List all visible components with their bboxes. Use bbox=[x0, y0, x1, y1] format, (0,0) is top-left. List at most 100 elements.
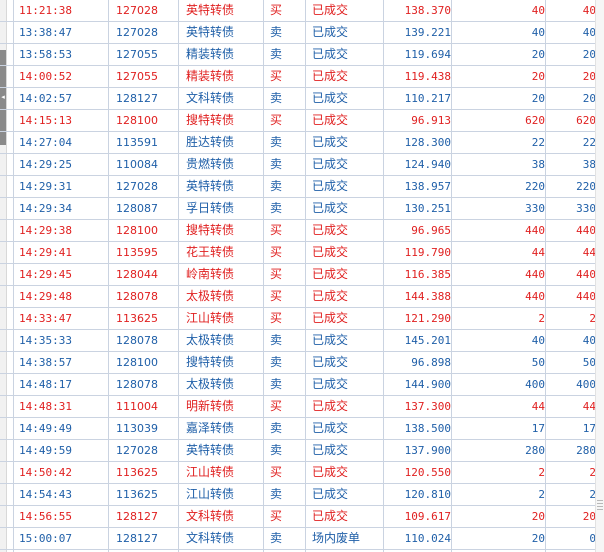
table-row[interactable]: 14:49:49 113039 嘉泽转债卖已成交 138.500 17 17 bbox=[0, 418, 604, 440]
status-cell: 已成交 bbox=[312, 91, 349, 105]
code-cell: 127028 bbox=[116, 180, 158, 193]
quantity-cell: 330 bbox=[525, 202, 545, 215]
table-row[interactable]: 14:29:25 110084 贵燃转债卖已成交 124.940 38 38 bbox=[0, 154, 604, 176]
filled-cell: 2 bbox=[589, 312, 596, 325]
time-cell: 14:27:04 bbox=[19, 136, 72, 149]
code-cell: 128127 bbox=[116, 532, 158, 545]
table-row[interactable]: 14:56:55 128127 文科转债买已成交 109.617 20 20 bbox=[0, 506, 604, 528]
table-row[interactable]: 14:27:04 113591 胜达转债卖已成交 128.300 22 22 bbox=[0, 132, 604, 154]
filled-cell: 20 bbox=[582, 48, 596, 61]
table-row[interactable]: 14:38:57 128100 搜特转债卖已成交 96.898 50 50 bbox=[0, 352, 604, 374]
quantity-cell: 220 bbox=[525, 180, 545, 193]
column-divider bbox=[545, 0, 546, 552]
status-cell: 已成交 bbox=[312, 399, 349, 413]
price-cell: 130.251 bbox=[404, 202, 451, 215]
code-cell: 127028 bbox=[116, 444, 158, 457]
filled-cell: 220 bbox=[576, 180, 596, 193]
price-cell: 144.900 bbox=[404, 378, 451, 391]
table-row[interactable]: 14:29:45 128044 岭南转债买已成交 116.385 440 440 bbox=[0, 264, 604, 286]
table-row[interactable]: 14:35:33 128078 太极转债卖已成交 145.201 40 40 bbox=[0, 330, 604, 352]
table-row[interactable]: 14:00:52 127055 精装转债买已成交 119.438 20 20 bbox=[0, 66, 604, 88]
table-row[interactable]: 14:29:38 128100 搜特转债买已成交 96.965 440 440 bbox=[0, 220, 604, 242]
code-cell: 127055 bbox=[116, 70, 158, 83]
time-cell: 11:21:38 bbox=[19, 4, 72, 17]
quantity-cell: 22 bbox=[531, 136, 545, 149]
name-cell: 江山转债 bbox=[186, 465, 235, 479]
time-cell: 13:58:53 bbox=[19, 48, 72, 61]
vertical-scrollbar[interactable] bbox=[595, 0, 604, 552]
name-cell: 英特转债 bbox=[186, 3, 235, 17]
price-cell: 96.913 bbox=[411, 114, 451, 127]
time-cell: 14:49:59 bbox=[19, 444, 72, 457]
price-cell: 121.290 bbox=[404, 312, 451, 325]
name-cell: 英特转债 bbox=[186, 25, 235, 39]
resize-grip-icon[interactable] bbox=[597, 500, 603, 510]
price-cell: 119.438 bbox=[404, 70, 451, 83]
name-cell: 贵燃转债 bbox=[186, 157, 235, 171]
table-row[interactable]: 14:50:42 113625 江山转债买已成交 120.550 2 2 bbox=[0, 462, 604, 484]
status-cell: 已成交 bbox=[312, 355, 349, 369]
status-cell: 已成交 bbox=[312, 47, 349, 61]
table-row[interactable]: 14:49:59 127028 英特转债卖已成交 137.900 280 280 bbox=[0, 440, 604, 462]
time-cell: 15:00:07 bbox=[19, 532, 72, 545]
name-cell: 江山转债 bbox=[186, 311, 235, 325]
time-cell: 14:29:31 bbox=[19, 180, 72, 193]
table-row[interactable]: 14:29:48 128078 太极转债买已成交 144.388 440 440 bbox=[0, 286, 604, 308]
name-cell: 搜特转债 bbox=[186, 113, 235, 127]
name-cell: 精装转债 bbox=[186, 47, 235, 61]
price-cell: 137.300 bbox=[404, 400, 451, 413]
price-cell: 138.500 bbox=[404, 422, 451, 435]
filled-cell: 40 bbox=[582, 26, 596, 39]
table-row[interactable]: 14:29:34 128087 孚日转债卖已成交 130.251 330 330 bbox=[0, 198, 604, 220]
table-row[interactable]: 14:33:47 113625 江山转债买已成交 121.290 2 2 bbox=[0, 308, 604, 330]
code-cell: 128127 bbox=[116, 92, 158, 105]
table-row[interactable]: 13:38:47 127028 英特转债卖已成交 139.221 40 40 bbox=[0, 22, 604, 44]
status-cell: 已成交 bbox=[312, 113, 349, 127]
code-cell: 113591 bbox=[116, 136, 158, 149]
code-cell: 128078 bbox=[116, 334, 158, 347]
name-cell: 胜达转债 bbox=[186, 135, 235, 149]
status-cell: 已成交 bbox=[312, 135, 349, 149]
price-cell: 128.300 bbox=[404, 136, 451, 149]
filled-cell: 20 bbox=[582, 70, 596, 83]
quantity-cell: 20 bbox=[531, 532, 545, 545]
filled-cell: 330 bbox=[576, 202, 596, 215]
table-row[interactable]: 14:48:31 111004 明新转债买已成交 137.300 44 44 bbox=[0, 396, 604, 418]
name-cell: 岭南转债 bbox=[186, 267, 235, 281]
table-row[interactable]: 13:58:53 127055 精装转债卖已成交 119.694 20 20 bbox=[0, 44, 604, 66]
quantity-cell: 20 bbox=[531, 92, 545, 105]
table-row[interactable]: 11:21:38 127028 英特转债买已成交 138.370 40 40 bbox=[0, 0, 604, 22]
code-cell: 128127 bbox=[116, 510, 158, 523]
code-cell: 127028 bbox=[116, 4, 158, 17]
status-cell: 已成交 bbox=[312, 179, 349, 193]
quantity-cell: 440 bbox=[525, 224, 545, 237]
quantity-cell: 38 bbox=[531, 158, 545, 171]
price-cell: 124.940 bbox=[404, 158, 451, 171]
quantity-cell: 40 bbox=[531, 334, 545, 347]
price-cell: 119.694 bbox=[404, 48, 451, 61]
table-row[interactable]: 14:15:13 128100 搜特转债买已成交 96.913 620 620 bbox=[0, 110, 604, 132]
status-cell: 已成交 bbox=[312, 267, 349, 281]
code-cell: 128100 bbox=[116, 224, 158, 237]
table-row[interactable]: 14:54:43 113625 江山转债卖已成交 120.810 2 2 bbox=[0, 484, 604, 506]
code-cell: 113039 bbox=[116, 422, 158, 435]
time-cell: 14:49:49 bbox=[19, 422, 72, 435]
name-cell: 搜特转债 bbox=[186, 223, 235, 237]
code-cell: 128078 bbox=[116, 378, 158, 391]
status-cell: 已成交 bbox=[312, 465, 349, 479]
table-row[interactable]: 14:29:41 113595 花王转债买已成交 119.790 44 44 bbox=[0, 242, 604, 264]
quantity-cell: 20 bbox=[531, 48, 545, 61]
filled-cell: 22 bbox=[582, 136, 596, 149]
quantity-cell: 20 bbox=[531, 70, 545, 83]
name-cell: 花王转债 bbox=[186, 245, 235, 259]
table-row[interactable]: 14:48:17 128078 太极转债卖已成交 144.900 400 400 bbox=[0, 374, 604, 396]
filled-cell: 44 bbox=[582, 400, 596, 413]
code-cell: 128100 bbox=[116, 114, 158, 127]
table-row[interactable]: 15:00:07 128127 文科转债卖场内废单 110.024 20 0 bbox=[0, 528, 604, 550]
column-divider bbox=[263, 0, 264, 552]
table-row[interactable]: 14:29:31 127028 英特转债卖已成交 138.957 220 220 bbox=[0, 176, 604, 198]
quantity-cell: 44 bbox=[531, 400, 545, 413]
time-cell: 14:29:34 bbox=[19, 202, 72, 215]
table-row[interactable]: 14:02:57 128127 文科转债卖已成交 110.217 20 20 bbox=[0, 88, 604, 110]
time-cell: 14:02:57 bbox=[19, 92, 72, 105]
